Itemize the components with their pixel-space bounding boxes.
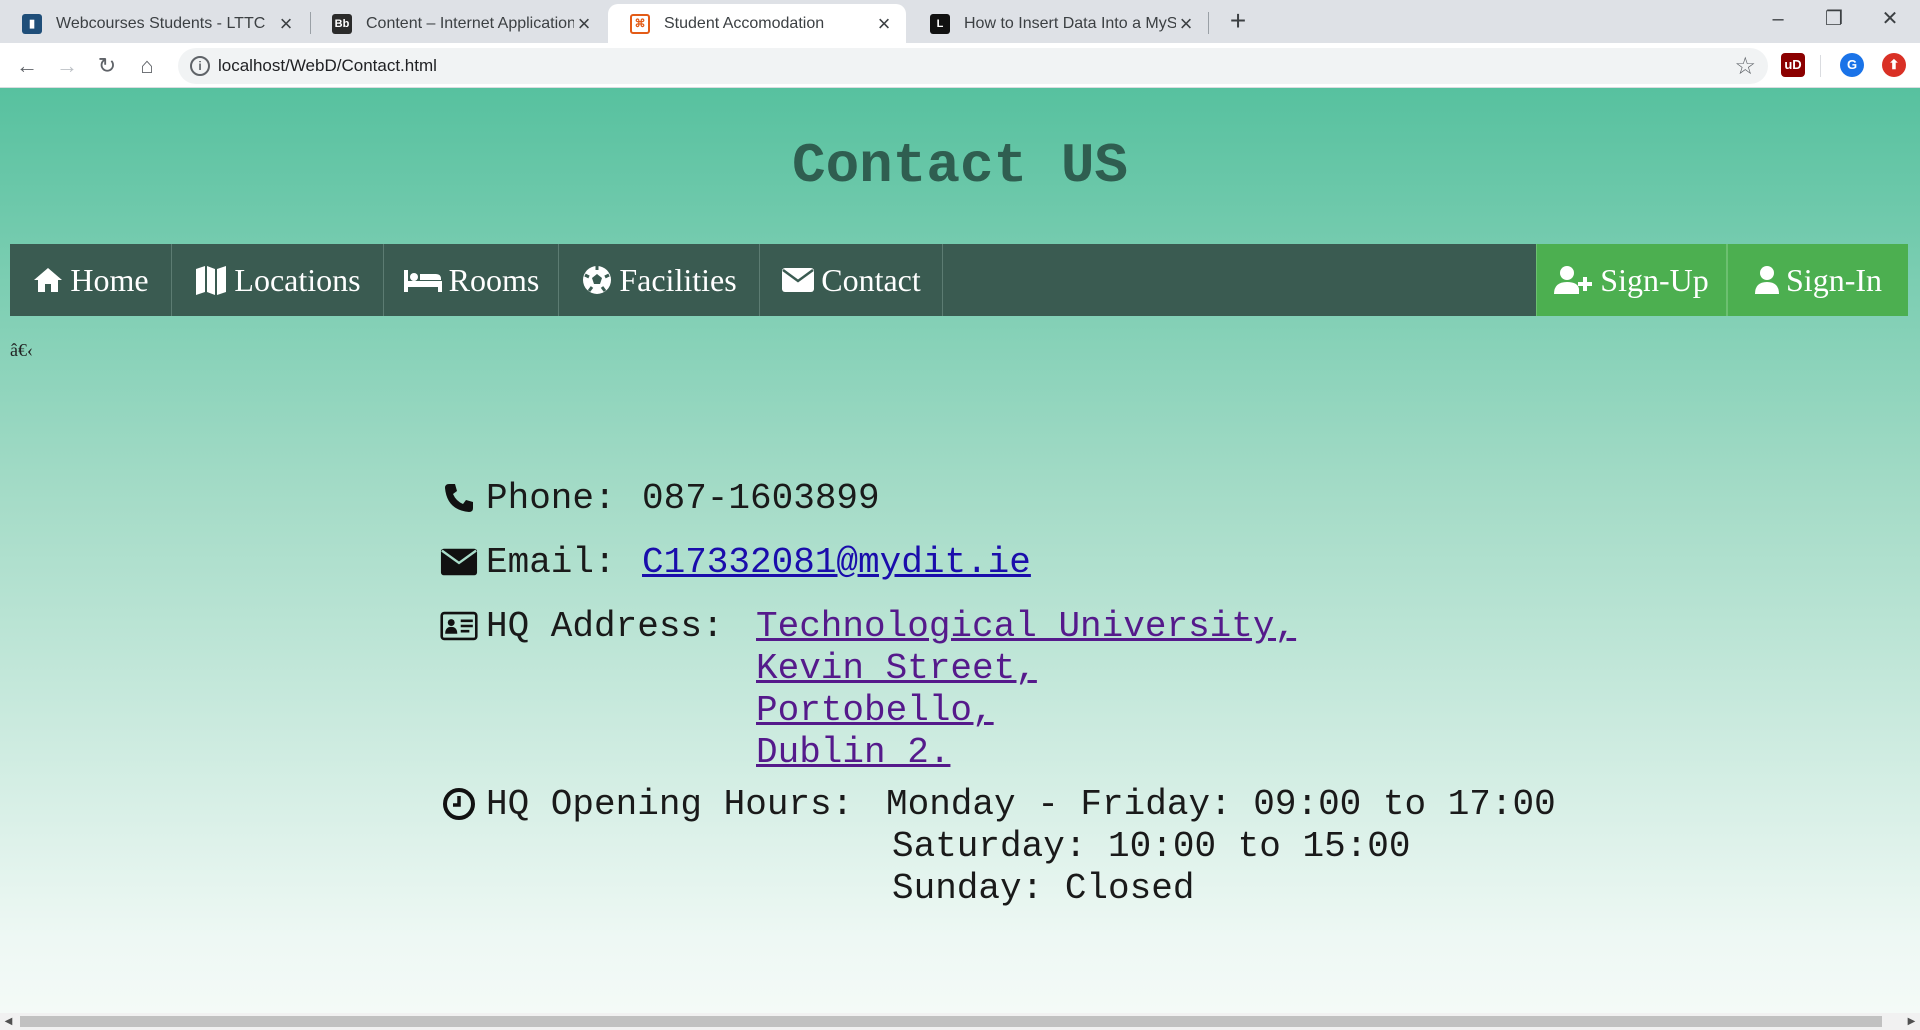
- hours-line: Monday - Friday: 09:00 to 17:00: [886, 784, 1556, 825]
- phone-icon: [440, 478, 478, 518]
- address-line[interactable]: Technological University,: [756, 606, 1296, 648]
- nav-home-label: Home: [70, 261, 149, 298]
- email-value: C17332081@mydit.ie: [642, 542, 1031, 584]
- tab-strip: ▮ Webcourses Students - LTTC × Bb Conten…: [0, 0, 1920, 43]
- site-info-icon[interactable]: i: [190, 56, 210, 76]
- close-tab-icon[interactable]: ×: [276, 12, 296, 34]
- phone-number: 087-1603899: [642, 478, 880, 519]
- home-icon: [32, 266, 64, 294]
- new-tab-icon[interactable]: +: [1222, 6, 1254, 38]
- profile-avatar[interactable]: G: [1840, 53, 1864, 77]
- address-lines: Technological University, Kevin Street, …: [756, 606, 1296, 774]
- phone-value: 087-1603899: [642, 478, 880, 520]
- lifewire-icon: L: [930, 13, 950, 34]
- map-icon: [194, 264, 228, 296]
- browser-toolbar: ← → ↻ ⌂ i localhost/WebD/Contact.html ☆: [0, 43, 1920, 88]
- tab-mysql-howto[interactable]: L How to Insert Data Into a MySQL ×: [908, 4, 1208, 43]
- back-arrow-icon[interactable]: ←: [10, 49, 44, 83]
- url-text[interactable]: localhost/WebD/Contact.html: [218, 56, 437, 76]
- close-tab-icon[interactable]: ×: [874, 12, 894, 34]
- bookmark-star-icon[interactable]: ☆: [1734, 52, 1756, 81]
- tab-student-accomodation[interactable]: ⌘ Student Accomodation ×: [608, 4, 906, 43]
- address-card-icon: [440, 606, 478, 646]
- tab-blackboard[interactable]: Bb Content – Internet Application ar ×: [310, 4, 606, 43]
- hours-line: Saturday: 10:00 to 15:00: [892, 826, 1411, 867]
- tab-webcourses[interactable]: ▮ Webcourses Students - LTTC ×: [0, 4, 308, 43]
- page-title: Contact US: [791, 134, 1129, 198]
- email-link[interactable]: C17332081@mydit.ie: [642, 542, 1031, 584]
- phone-label: Phone:: [486, 478, 616, 519]
- minimize-icon[interactable]: –: [1750, 0, 1806, 40]
- ublock-extension-icon[interactable]: uD: [1781, 53, 1805, 77]
- nav-signup-label: Sign-Up: [1600, 261, 1709, 298]
- blackboard-icon: Bb: [332, 13, 352, 34]
- hours-lines: Monday - Friday: 09:00 to 17:00 Saturday…: [886, 784, 1556, 910]
- hours-line: Sunday: Closed: [892, 868, 1195, 909]
- tab-title: Content – Internet Application ar: [366, 14, 574, 32]
- nav-rooms-label: Rooms: [448, 261, 540, 298]
- nav-locations[interactable]: Locations: [172, 244, 384, 316]
- envelope-icon: [781, 267, 815, 293]
- scrollbar-thumb[interactable]: [20, 1016, 1882, 1027]
- html-file-icon: ⌘: [630, 13, 650, 34]
- address-bar[interactable]: i localhost/WebD/Contact.html ☆: [178, 48, 1768, 84]
- close-window-icon[interactable]: ✕: [1862, 0, 1918, 40]
- user-icon: [1754, 265, 1780, 295]
- close-tab-icon[interactable]: ×: [1176, 12, 1196, 34]
- close-tab-icon[interactable]: ×: [574, 12, 594, 34]
- address-line[interactable]: Kevin Street,: [756, 648, 1296, 690]
- scroll-left-arrow-icon[interactable]: ◀: [0, 1013, 17, 1030]
- tab-title: How to Insert Data Into a MySQL: [964, 14, 1176, 32]
- tab-title: Student Accomodation: [664, 14, 825, 32]
- home-icon[interactable]: ⌂: [130, 49, 164, 83]
- update-menu-icon[interactable]: ⬆: [1882, 53, 1906, 77]
- email-label: Email:: [486, 542, 616, 583]
- horizontal-scrollbar[interactable]: ◀ ▶: [0, 1013, 1920, 1030]
- nav-facilities-label: Facilities: [619, 261, 737, 298]
- restore-icon[interactable]: ❐: [1806, 0, 1862, 40]
- toolbar-divider: [1820, 55, 1821, 77]
- tab-title: Webcourses Students - LTTC: [56, 14, 266, 32]
- tab-divider: [1208, 12, 1209, 34]
- envelope-icon: [440, 542, 478, 582]
- forward-arrow-icon[interactable]: →: [50, 49, 84, 83]
- bed-icon: [403, 267, 443, 293]
- nav-facilities[interactable]: Facilities: [559, 244, 760, 316]
- stray-encoding-text: â€‹: [10, 340, 33, 360]
- page-viewport: Contact US Home Locations Rooms Faciliti…: [0, 88, 1920, 1013]
- reload-icon[interactable]: ↻: [90, 49, 124, 83]
- nav-contact[interactable]: Contact: [760, 244, 943, 316]
- address-line[interactable]: Portobello,: [756, 690, 1296, 732]
- nav-rooms[interactable]: Rooms: [384, 244, 559, 316]
- nav-locations-label: Locations: [234, 261, 361, 298]
- add-user-icon: [1554, 265, 1594, 295]
- hours-label: HQ Opening Hours:: [486, 784, 854, 825]
- address-label: HQ Address:: [486, 606, 724, 647]
- main-nav: Home Locations Rooms Facilities Contact: [10, 244, 1908, 316]
- clock-icon: [440, 784, 478, 824]
- webcourses-icon: ▮: [22, 13, 42, 34]
- nav-contact-label: Contact: [821, 261, 921, 298]
- address-line[interactable]: Dublin 2.: [756, 732, 1296, 774]
- nav-signin[interactable]: Sign-In: [1727, 244, 1908, 316]
- nav-signin-label: Sign-In: [1786, 261, 1882, 298]
- nav-signup[interactable]: Sign-Up: [1536, 244, 1727, 316]
- soccer-ball-icon: [581, 264, 613, 296]
- scroll-right-arrow-icon[interactable]: ▶: [1903, 1013, 1920, 1030]
- nav-home[interactable]: Home: [10, 244, 172, 316]
